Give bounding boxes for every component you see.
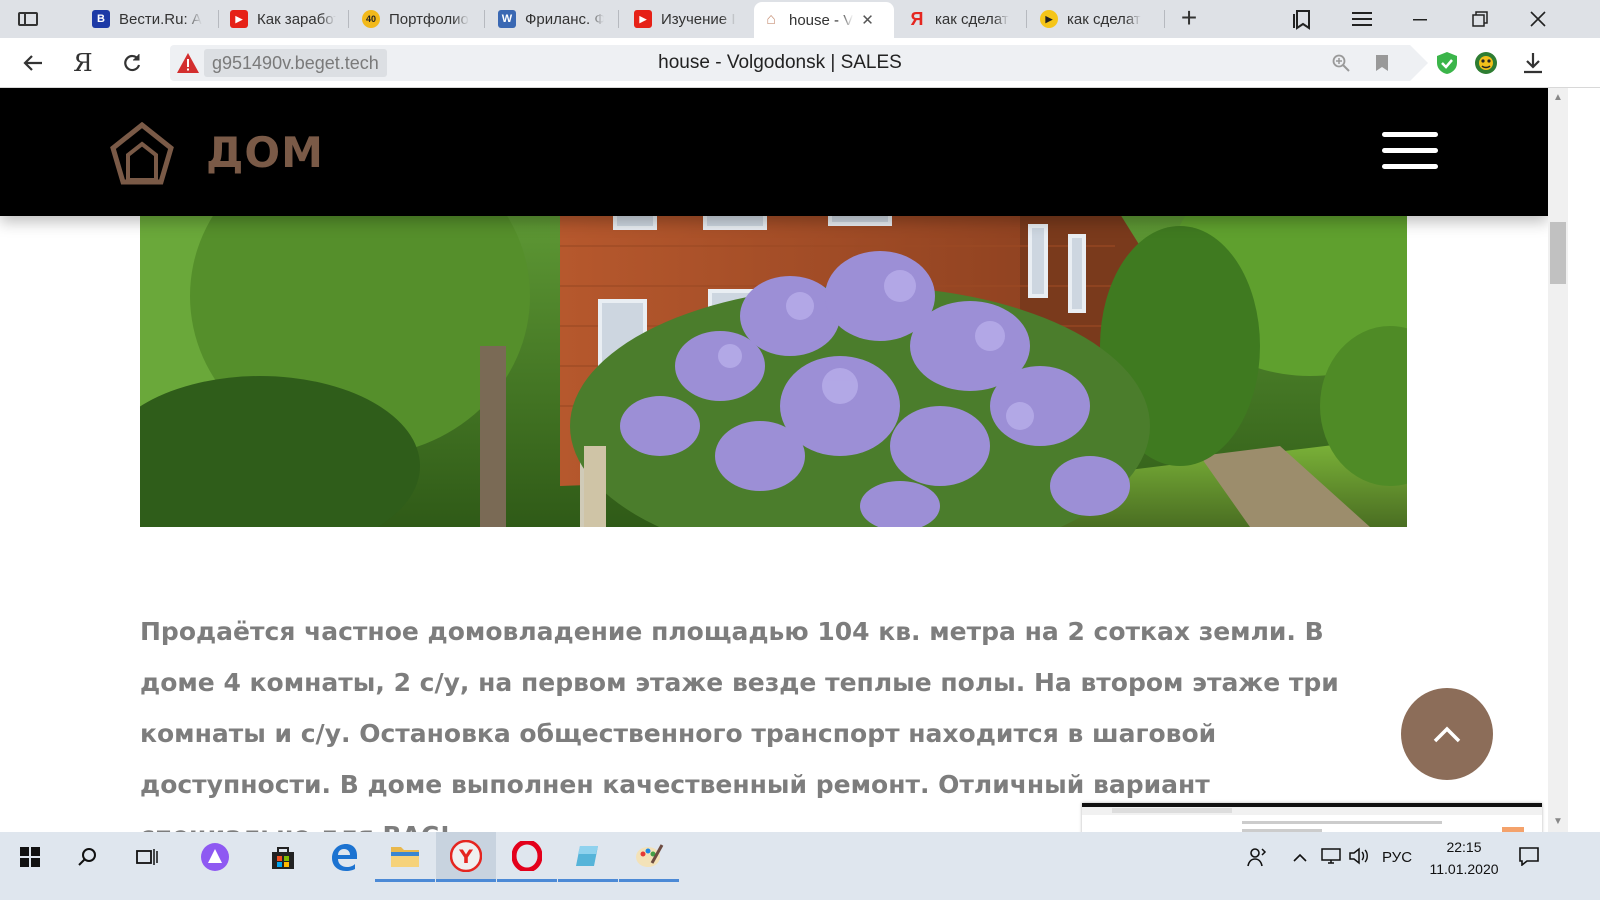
word-icon: W <box>498 10 516 28</box>
opera-icon[interactable] <box>497 832 557 882</box>
restore-icon[interactable] <box>1466 5 1494 33</box>
bookmark-icon[interactable] <box>1371 52 1393 74</box>
house-favicon-icon: ⌂ <box>766 11 776 28</box>
vertical-scrollbar[interactable]: ▲ ▼ <box>1548 88 1568 832</box>
tab-label: Портфолио <box>389 10 469 28</box>
yandex-browser-icon[interactable]: Y <box>436 832 496 882</box>
people-icon[interactable] <box>1246 846 1268 872</box>
tab-yandex-video[interactable]: ▶ как сделат <box>1032 4 1162 34</box>
scroll-up-arrow-icon[interactable]: ▲ <box>1552 92 1564 104</box>
scroll-down-arrow-icon[interactable]: ▼ <box>1552 816 1564 828</box>
house-photo <box>140 206 1407 527</box>
screen-preview-thumbnail[interactable] <box>1082 803 1542 832</box>
play-icon: ▶ <box>1040 10 1058 28</box>
youtube-icon: ▶ <box>634 10 652 28</box>
alice-assistant-icon[interactable] <box>185 832 245 882</box>
tab-yandex-search[interactable]: Я как сделат <box>900 4 1022 34</box>
network-icon[interactable] <box>1320 846 1342 870</box>
windows-taskbar: Y РУС 22:15 11.01.2020 <box>0 832 1600 900</box>
insecure-warning-icon[interactable] <box>176 51 200 75</box>
page-viewport: ДОМ Продаётся частное домовладение площа… <box>0 88 1548 832</box>
tab-label: Изучение I <box>661 10 736 28</box>
system-clock[interactable]: 22:15 11.01.2020 <box>1422 836 1506 880</box>
task-view-icon[interactable] <box>117 832 177 882</box>
tab-youtube-learn[interactable]: ▶ Изучение I <box>626 4 750 34</box>
reload-icon[interactable] <box>117 48 147 78</box>
property-description: Продаётся частное домовладение площадью … <box>140 617 1339 832</box>
browser-tab-strip: В Вести.Ru: А ▶ Как заработ 40 Портфолио… <box>0 0 1600 38</box>
hamburger-menu-icon[interactable] <box>1382 132 1438 170</box>
collections-icon[interactable] <box>1288 5 1316 33</box>
menu-icon[interactable] <box>1348 5 1376 33</box>
svg-text:Y: Y <box>458 846 473 868</box>
url-domain[interactable]: g951490v.beget.tech <box>204 49 387 77</box>
clock-date: 11.01.2020 <box>1429 861 1499 877</box>
page-translate-icon[interactable] <box>1330 52 1352 74</box>
minimize-icon[interactable] <box>1406 5 1434 33</box>
tab-house-active[interactable]: ⌂ house - V ✕ <box>754 2 894 38</box>
vesti-favicon-icon: В <box>92 10 110 28</box>
site-header: ДОМ <box>0 88 1548 216</box>
youtube-icon: ▶ <box>230 10 248 28</box>
tab-label: Фриланс. Ф <box>525 10 604 28</box>
chevron-up-icon[interactable] <box>1292 850 1308 867</box>
page-title: house - Volgodonsk | SALES <box>658 52 902 73</box>
extension-icon[interactable] <box>1473 50 1499 76</box>
chevron-up-icon <box>1433 726 1461 743</box>
close-tab-icon[interactable]: ✕ <box>861 11 874 29</box>
logo-text[interactable]: ДОМ <box>206 128 324 177</box>
portfolio-favicon-icon: 40 <box>362 10 380 28</box>
browser-navbar: Я g951490v.beget.tech house - Volgodonsk… <box>0 38 1600 88</box>
store-icon[interactable] <box>253 832 313 882</box>
sidebar-toggle-icon[interactable] <box>14 9 42 29</box>
house-logo-icon[interactable] <box>110 122 174 186</box>
clock-time: 22:15 <box>1446 839 1482 855</box>
tab-portfolio[interactable]: 40 Портфолио <box>354 4 480 34</box>
file-explorer-icon[interactable] <box>375 832 435 882</box>
volume-icon[interactable] <box>1348 846 1370 870</box>
windows-start-icon[interactable] <box>0 832 60 882</box>
paint-app-icon[interactable] <box>619 832 679 882</box>
search-icon[interactable] <box>58 832 118 882</box>
close-window-icon[interactable] <box>1524 5 1552 33</box>
tab-vesti[interactable]: В Вести.Ru: А <box>84 4 214 34</box>
protect-shield-icon[interactable] <box>1434 50 1460 76</box>
tab-freelance[interactable]: W Фриланс. Ф <box>490 4 612 34</box>
tab-label: как сделат <box>1067 10 1141 28</box>
notifications-icon[interactable] <box>1518 846 1540 870</box>
download-icon[interactable] <box>1520 50 1546 76</box>
input-language[interactable]: РУС <box>1382 849 1412 866</box>
scrollbar-thumb[interactable] <box>1550 222 1566 284</box>
address-bar[interactable]: g951490v.beget.tech house - Volgodonsk |… <box>170 45 1428 81</box>
tab-label: как сделат <box>935 10 1009 28</box>
notes-app-icon[interactable] <box>558 832 618 882</box>
tab-label: house - V <box>789 11 854 29</box>
tab-label: Как заработ <box>257 10 336 28</box>
back-arrow-icon[interactable] <box>18 48 48 78</box>
tab-youtube-earn[interactable]: ▶ Как заработ <box>222 4 344 34</box>
edge-icon[interactable] <box>314 832 374 882</box>
tab-label: Вести.Ru: А <box>119 10 202 28</box>
scroll-to-top-button[interactable] <box>1401 688 1493 780</box>
yandex-home-icon[interactable]: Я <box>68 48 98 78</box>
yandex-icon: Я <box>910 8 924 29</box>
new-tab-icon[interactable]: + <box>1178 4 1200 32</box>
